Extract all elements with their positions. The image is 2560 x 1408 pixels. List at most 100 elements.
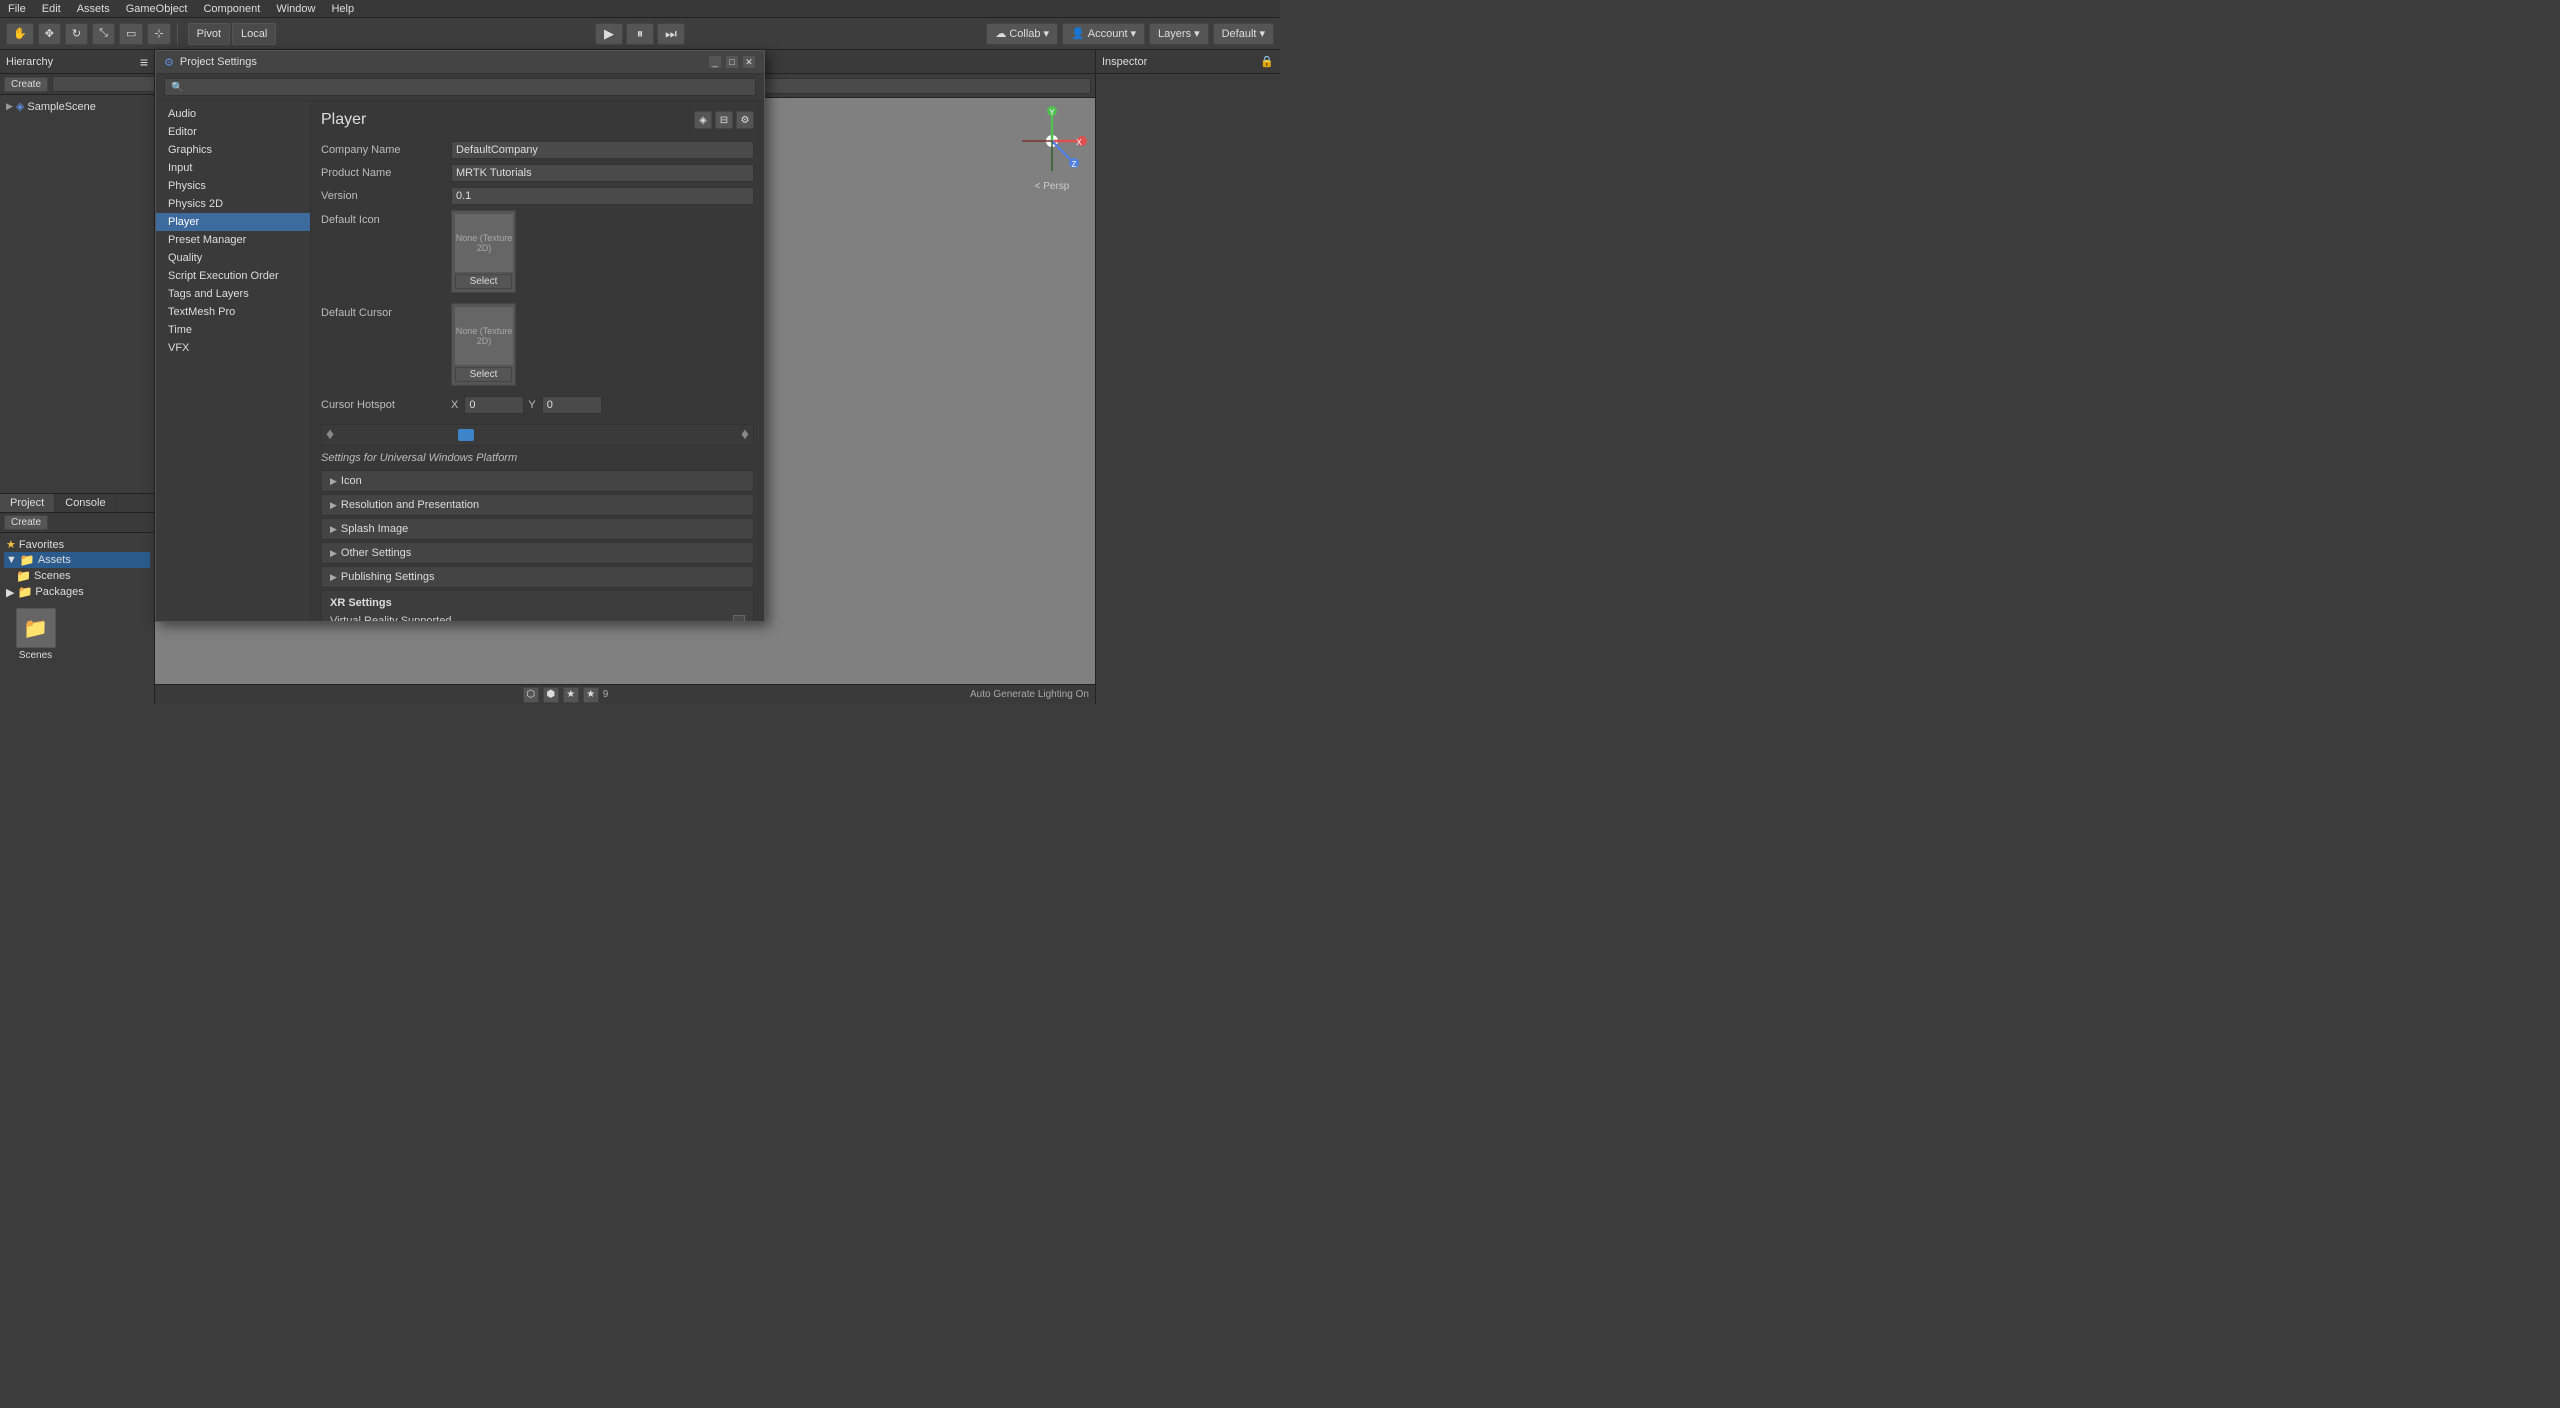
splash-section-header[interactable]: ▶ Splash Image — [321, 518, 754, 540]
default-cursor-row: Default Cursor None (Texture 2D) Select — [321, 303, 754, 386]
sidebar-item-textmesh[interactable]: TextMesh Pro — [156, 303, 310, 321]
default-cursor-preview-box: None (Texture 2D) Select — [451, 303, 516, 386]
tab-project[interactable]: Project — [0, 494, 55, 512]
move-tool-btn[interactable]: ✥ — [38, 23, 61, 45]
vr-supported-row: Virtual Reality Supported — [330, 615, 745, 621]
other-section-header[interactable]: ▶ Other Settings — [321, 542, 754, 564]
toolbar: ✋ ✥ ↻ ⤡ ▭ ⊹ Pivot Local ▶ ⏸ ⏭ ☁ Collab ▾… — [0, 18, 1280, 50]
svg-text:Y: Y — [1049, 108, 1055, 117]
tab-console[interactable]: Console — [55, 494, 116, 512]
hierarchy-create-bar: Create ⊞ — [0, 74, 154, 95]
icon-section-header[interactable]: ▶ Icon — [321, 470, 754, 492]
sidebar-item-quality[interactable]: Quality — [156, 249, 310, 267]
layers-btn[interactable]: Layers ▾ — [1149, 23, 1209, 45]
sidebar-item-audio[interactable]: Audio — [156, 105, 310, 123]
sidebar-item-tags-layers[interactable]: Tags and Layers — [156, 285, 310, 303]
modal-maximize-btn[interactable]: □ — [725, 55, 739, 69]
sidebar-item-player[interactable]: Player — [156, 213, 310, 231]
inspector-lock-icon[interactable]: 🔒 — [1260, 55, 1274, 68]
vr-supported-checkbox[interactable] — [733, 615, 745, 621]
sidebar-item-physics2d[interactable]: Physics 2D — [156, 195, 310, 213]
default-icon-select-btn[interactable]: Select — [455, 274, 512, 289]
project-create-btn[interactable]: Create — [4, 515, 48, 530]
player-icon-btn-2[interactable]: ⊟ — [715, 111, 733, 129]
player-icon-btn-1[interactable]: ◈ — [694, 111, 712, 129]
menu-window[interactable]: Window — [272, 3, 319, 15]
cursor-hotspot-x-input[interactable] — [464, 396, 524, 414]
hierarchy-search-input[interactable] — [52, 76, 154, 92]
sidebar-item-preset-manager[interactable]: Preset Manager — [156, 231, 310, 249]
cursor-hotspot-y-input[interactable] — [542, 396, 602, 414]
modal-close-btn[interactable]: ✕ — [742, 55, 756, 69]
publishing-section-header[interactable]: ▶ Publishing Settings — [321, 566, 754, 588]
resolution-section-header[interactable]: ▶ Resolution and Presentation — [321, 494, 754, 516]
collab-btn[interactable]: ☁ Collab ▾ — [986, 23, 1058, 45]
menu-gameobject[interactable]: GameObject — [122, 3, 192, 15]
sidebar-item-editor[interactable]: Editor — [156, 123, 310, 141]
rect-tool-btn[interactable]: ▭ — [119, 23, 143, 45]
scenes-label: Scenes — [34, 570, 71, 582]
bake-btn[interactable]: ⬢ — [543, 687, 559, 703]
assets-area: 📁 Scenes — [0, 604, 154, 665]
product-name-label: Product Name — [321, 167, 451, 179]
lighting-icon-btn[interactable]: ⬡ — [523, 687, 539, 703]
assets-root-item[interactable]: ▼ 📁 Assets — [4, 552, 150, 568]
hierarchy-create-btn[interactable]: Create — [4, 77, 48, 92]
transform-tool-btn[interactable]: ⊹ — [147, 23, 170, 45]
scene-search-input[interactable] — [744, 78, 1092, 94]
eye-btn[interactable]: ★ — [583, 687, 599, 703]
default-cursor-select-btn[interactable]: Select — [455, 367, 512, 382]
player-icons: ◈ ⊟ ⚙ — [694, 111, 754, 129]
hand-tool-btn[interactable]: ✋ — [6, 23, 34, 45]
hierarchy-menu-icon[interactable]: ≡ — [140, 54, 148, 70]
menu-component[interactable]: Component — [199, 3, 264, 15]
favorites-item[interactable]: ★ Favorites — [4, 537, 150, 552]
default-cursor-label: Default Cursor — [321, 303, 451, 319]
company-name-input[interactable] — [451, 141, 754, 159]
sidebar-item-time[interactable]: Time — [156, 321, 310, 339]
hierarchy-scene-item[interactable]: ▶ ◈ SampleScene — [4, 99, 150, 114]
scenes-asset-item[interactable]: 📁 Scenes — [8, 608, 63, 661]
icon-section-label: Icon — [341, 475, 362, 487]
default-icon-preview-box: None (Texture 2D) Select — [451, 210, 516, 293]
stats-btn[interactable]: ★ — [563, 687, 579, 703]
menu-assets[interactable]: Assets — [73, 3, 114, 15]
scale-tool-btn[interactable]: ⤡ — [92, 23, 115, 45]
modal-minimize-btn[interactable]: _ — [708, 55, 722, 69]
menu-edit[interactable]: Edit — [38, 3, 65, 15]
sidebar-item-graphics[interactable]: Graphics — [156, 141, 310, 159]
scene-bottom-bar: ⬡ ⬢ ★ ★ 9 Auto Generate Lighting On — [155, 684, 1095, 704]
slider-right-icon[interactable]: ♦ — [737, 426, 753, 444]
version-input[interactable] — [451, 187, 754, 205]
pause-btn[interactable]: ⏸ — [626, 23, 654, 45]
persp-label: < Persp — [1017, 181, 1087, 192]
account-btn[interactable]: 👤 Account ▾ — [1062, 23, 1145, 45]
local-btn[interactable]: Local — [232, 23, 276, 45]
step-btn[interactable]: ⏭ — [657, 23, 685, 45]
scenes-asset-icon: 📁 — [16, 608, 56, 648]
sidebar-item-input[interactable]: Input — [156, 159, 310, 177]
packages-folder-icon: 📁 — [17, 585, 32, 599]
sidebar-item-script-exec[interactable]: Script Execution Order — [156, 267, 310, 285]
packages-label: Packages — [35, 586, 83, 598]
vr-supported-label: Virtual Reality Supported — [330, 615, 727, 621]
project-tabs: Project Console — [0, 494, 154, 513]
product-name-input[interactable] — [451, 164, 754, 182]
default-layout-btn[interactable]: Default ▾ — [1213, 23, 1274, 45]
sidebar-item-vfx[interactable]: VFX — [156, 339, 310, 357]
sidebar-item-physics[interactable]: Physics — [156, 177, 310, 195]
scenes-item[interactable]: 📁 Scenes — [4, 568, 150, 584]
player-icon-btn-3[interactable]: ⚙ — [736, 111, 754, 129]
packages-item[interactable]: ▶ 📁 Packages — [4, 584, 150, 600]
modal-search-input[interactable] — [164, 78, 756, 96]
play-btn[interactable]: ▶ — [595, 23, 623, 45]
other-section-arrow: ▶ — [330, 548, 337, 559]
hierarchy-panel: Hierarchy ≡ Create ⊞ ▶ ◈ SampleScene — [0, 50, 154, 494]
slider-left-icon[interactable]: ♦ — [322, 426, 338, 444]
rotate-tool-btn[interactable]: ↻ — [65, 23, 88, 45]
pivot-btn[interactable]: Pivot — [188, 23, 230, 45]
player-header: Player ◈ ⊟ ⚙ — [321, 111, 754, 129]
menu-file[interactable]: File — [4, 3, 30, 15]
scenes-folder-icon: 📁 — [16, 569, 31, 583]
menu-help[interactable]: Help — [327, 3, 358, 15]
